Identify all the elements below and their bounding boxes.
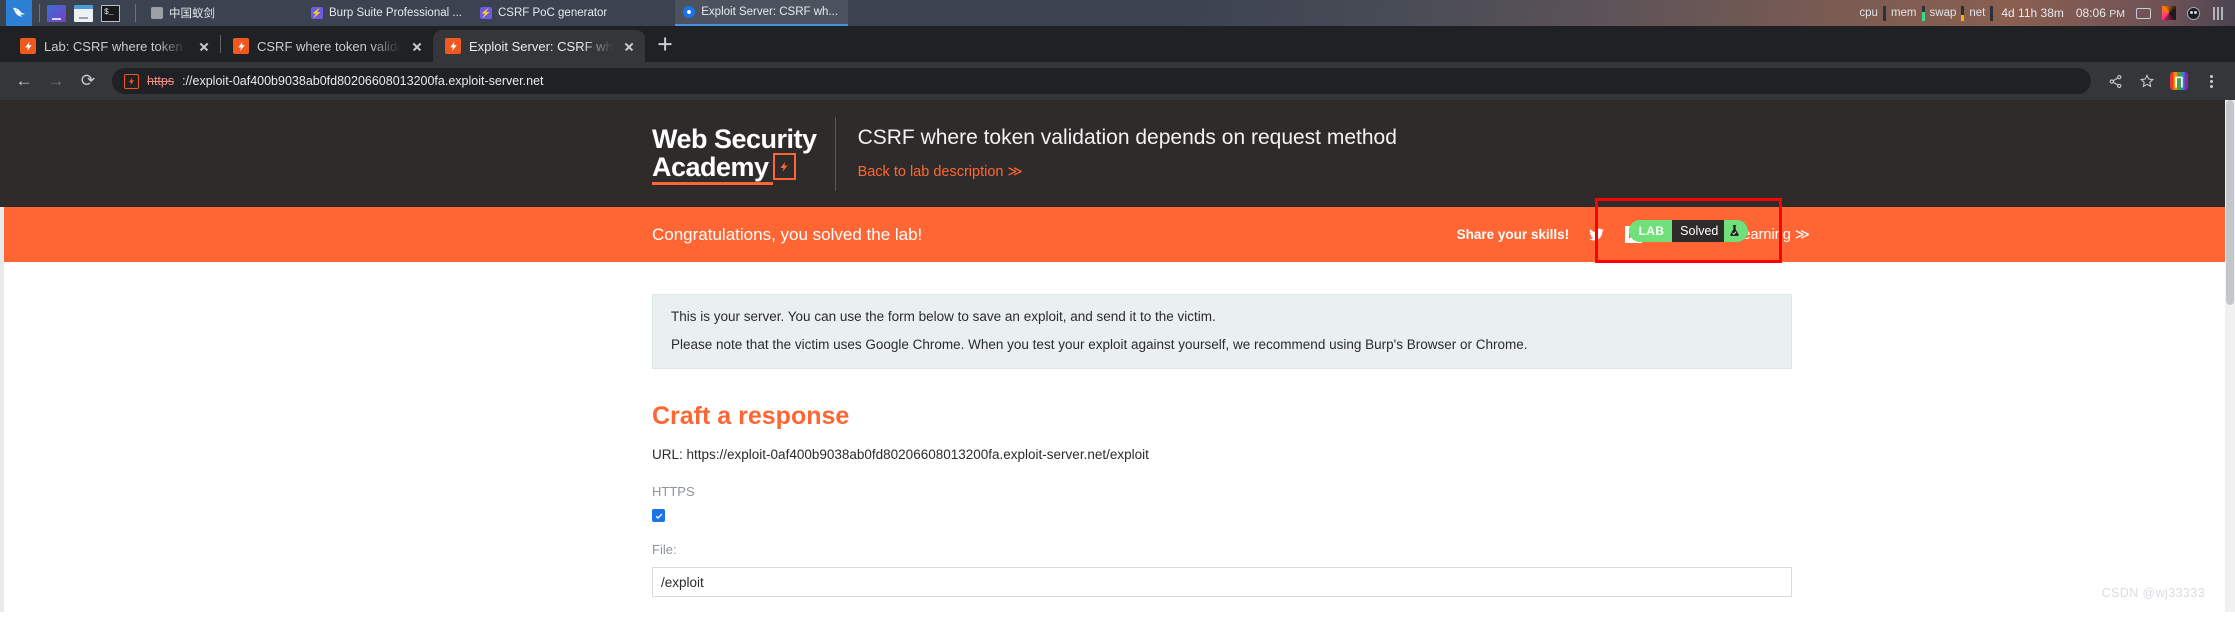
share-icon[interactable] bbox=[2101, 67, 2129, 95]
net-monitor-label: net bbox=[1969, 7, 1986, 19]
file-input-value: /exploit bbox=[661, 574, 704, 590]
taskbar-window-list: 中国蚁剑 ⚡ Burp Suite Professional ... ⚡ CSR… bbox=[143, 0, 849, 26]
watermark: CSDN @wj33333 bbox=[2101, 586, 2205, 600]
reload-icon[interactable]: ⟳ bbox=[74, 67, 102, 95]
extension-icon[interactable]: ∏ bbox=[2165, 67, 2193, 95]
taskbar-window-csrf-poc[interactable]: ⚡ CSRF PoC generator bbox=[472, 0, 617, 26]
address-bar[interactable]: https ://exploit-0af400b9038ab0fd80206608… bbox=[112, 68, 2091, 94]
clock-ampm: PM bbox=[2109, 8, 2125, 20]
craft-a-response-heading: Craft a response bbox=[652, 402, 850, 430]
swap-monitor-bar bbox=[1961, 5, 1965, 21]
close-icon[interactable] bbox=[409, 38, 425, 54]
flask-icon bbox=[1724, 219, 1749, 242]
tab-title: Lab: CSRF where token val bbox=[44, 38, 188, 54]
terminal-icon[interactable]: $_ bbox=[101, 4, 120, 22]
close-icon[interactable] bbox=[621, 38, 637, 54]
tab-title: Exploit Server: CSRF where bbox=[469, 38, 613, 54]
system-monitor[interactable]: cpu mem swap net bbox=[1856, 5, 1995, 21]
bookmark-star-icon[interactable] bbox=[2133, 67, 2161, 95]
taskbar-window-label: Exploit Server: CSRF wh... bbox=[701, 6, 839, 18]
exploit-server-content: This is your server. You can use the for… bbox=[0, 262, 2235, 597]
file-label: File: bbox=[652, 542, 677, 557]
browser-launcher-icon[interactable] bbox=[47, 4, 66, 22]
page-title: CSRF where token validation depends on r… bbox=[857, 126, 1397, 149]
taskbar-window-label: Burp Suite Professional ... bbox=[329, 7, 462, 19]
taskbar-window-label: 中国蚁剑 bbox=[169, 8, 215, 20]
banner-message: Congratulations, you solved the lab! bbox=[652, 224, 923, 244]
taskbar-window-exploit-server[interactable]: Exploit Server: CSRF wh... bbox=[675, 0, 849, 26]
taskbar-window-label: CSRF PoC generator bbox=[497, 7, 608, 19]
notice-line-1: This is your server. You can use the for… bbox=[671, 309, 1216, 324]
kali-menu-icon[interactable] bbox=[6, 0, 32, 26]
cpu-monitor-bar bbox=[1882, 5, 1886, 21]
back-to-lab-description-link[interactable]: Back to lab description ≫ bbox=[858, 164, 1023, 180]
swap-monitor-label: swap bbox=[1929, 7, 1957, 19]
cube-icon[interactable] bbox=[2160, 5, 2177, 22]
mem-monitor-bar bbox=[1921, 5, 1925, 21]
back-icon[interactable]: ← bbox=[10, 67, 38, 95]
https-label: HTTPS bbox=[652, 484, 695, 499]
chrome-icon bbox=[683, 6, 696, 18]
page-content: Web Security Academy CSRF where token va… bbox=[0, 100, 2235, 612]
file-manager-icon[interactable] bbox=[74, 4, 93, 22]
url-scheme: https bbox=[147, 74, 175, 88]
exploit-url-line: URL: https://exploit-0af400b9038ab0fd802… bbox=[652, 447, 1149, 462]
share-label: Share your skills! bbox=[1456, 227, 1570, 242]
circle-icon[interactable] bbox=[2185, 5, 2202, 22]
keyboard-icon[interactable] bbox=[2135, 5, 2152, 22]
browser-tabstrip: Lab: CSRF where token val CSRF where tok… bbox=[0, 26, 2235, 62]
lab-status-badge[interactable]: LAB Solved bbox=[1628, 219, 1749, 242]
scrollbar-thumb bbox=[2226, 100, 2234, 305]
taskbar-window-antsword[interactable]: 中国蚁剑 bbox=[143, 0, 225, 26]
web-security-academy-logo[interactable]: Web Security Academy bbox=[652, 124, 835, 185]
browser-window: Lab: CSRF where token val CSRF where tok… bbox=[0, 26, 2235, 612]
lab-tag-label: LAB bbox=[1628, 219, 1673, 242]
notice-line-2: Please note that the victim uses Google … bbox=[671, 337, 1528, 352]
taskbar-window-burp[interactable]: ⚡ Burp Suite Professional ... bbox=[303, 0, 472, 26]
close-icon[interactable] bbox=[196, 38, 212, 54]
congratulations-banner: Congratulations, you solved the lab! Sha… bbox=[0, 207, 2235, 262]
page-scrollbar[interactable] bbox=[2225, 100, 2235, 612]
taskbar-divider-2 bbox=[135, 4, 136, 22]
taskbar-divider bbox=[39, 4, 40, 22]
https-checkbox[interactable] bbox=[652, 509, 665, 522]
forward-icon[interactable]: → bbox=[42, 67, 70, 95]
cpu-monitor-label: cpu bbox=[1859, 7, 1878, 19]
browser-toolbar: ← → ⟳ https ://exploit-0af400b9038ab0fd80… bbox=[0, 62, 2235, 100]
file-input[interactable]: /exploit bbox=[652, 567, 1792, 597]
lab-status-highlight: LAB Solved bbox=[1595, 198, 1782, 263]
portswigger-favicon bbox=[20, 38, 36, 54]
generic-app-icon bbox=[151, 7, 163, 19]
uptime-label: 4d 11h 38m bbox=[2001, 6, 2064, 20]
desktop-taskbar: $_ 中国蚁剑 ⚡ Burp Suite Professional ... ⚡ … bbox=[0, 0, 2235, 26]
site-favicon bbox=[124, 73, 139, 89]
mem-monitor-label: mem bbox=[1890, 7, 1917, 19]
browser-tab-2[interactable]: CSRF where token validati bbox=[221, 30, 433, 62]
clock-time: 08:06 bbox=[2075, 6, 2106, 20]
url-text: ://exploit-0af400b9038ab0fd8020660801320… bbox=[182, 74, 544, 88]
logo-line-1: Web Security bbox=[652, 124, 817, 154]
portswigger-favicon bbox=[445, 38, 461, 54]
logo-line-2: Academy bbox=[652, 151, 773, 185]
server-info-box: This is your server. You can use the for… bbox=[652, 294, 1792, 369]
clock[interactable]: 08:06 PM bbox=[2070, 6, 2131, 20]
burp-icon: ⚡ bbox=[479, 7, 492, 19]
burp-icon: ⚡ bbox=[311, 7, 323, 19]
academy-header: Web Security Academy CSRF where token va… bbox=[0, 100, 2235, 263]
portswigger-bolt-icon bbox=[772, 153, 796, 180]
new-tab-button[interactable] bbox=[651, 30, 679, 58]
browser-tab-1[interactable]: Lab: CSRF where token val bbox=[8, 30, 220, 62]
browser-tab-3[interactable]: Exploit Server: CSRF where bbox=[433, 30, 645, 62]
tab-title: CSRF where token validati bbox=[257, 38, 401, 54]
portswigger-favicon bbox=[233, 38, 249, 54]
bars-icon[interactable] bbox=[2210, 5, 2227, 22]
browser-menu-icon[interactable] bbox=[2197, 67, 2225, 95]
taskbar-system-tray: cpu mem swap net 4d 11h 38m 08:06 PM bbox=[1856, 0, 2235, 26]
taskbar-launchers: $_ bbox=[0, 0, 143, 26]
net-monitor-bar bbox=[1990, 5, 1994, 21]
